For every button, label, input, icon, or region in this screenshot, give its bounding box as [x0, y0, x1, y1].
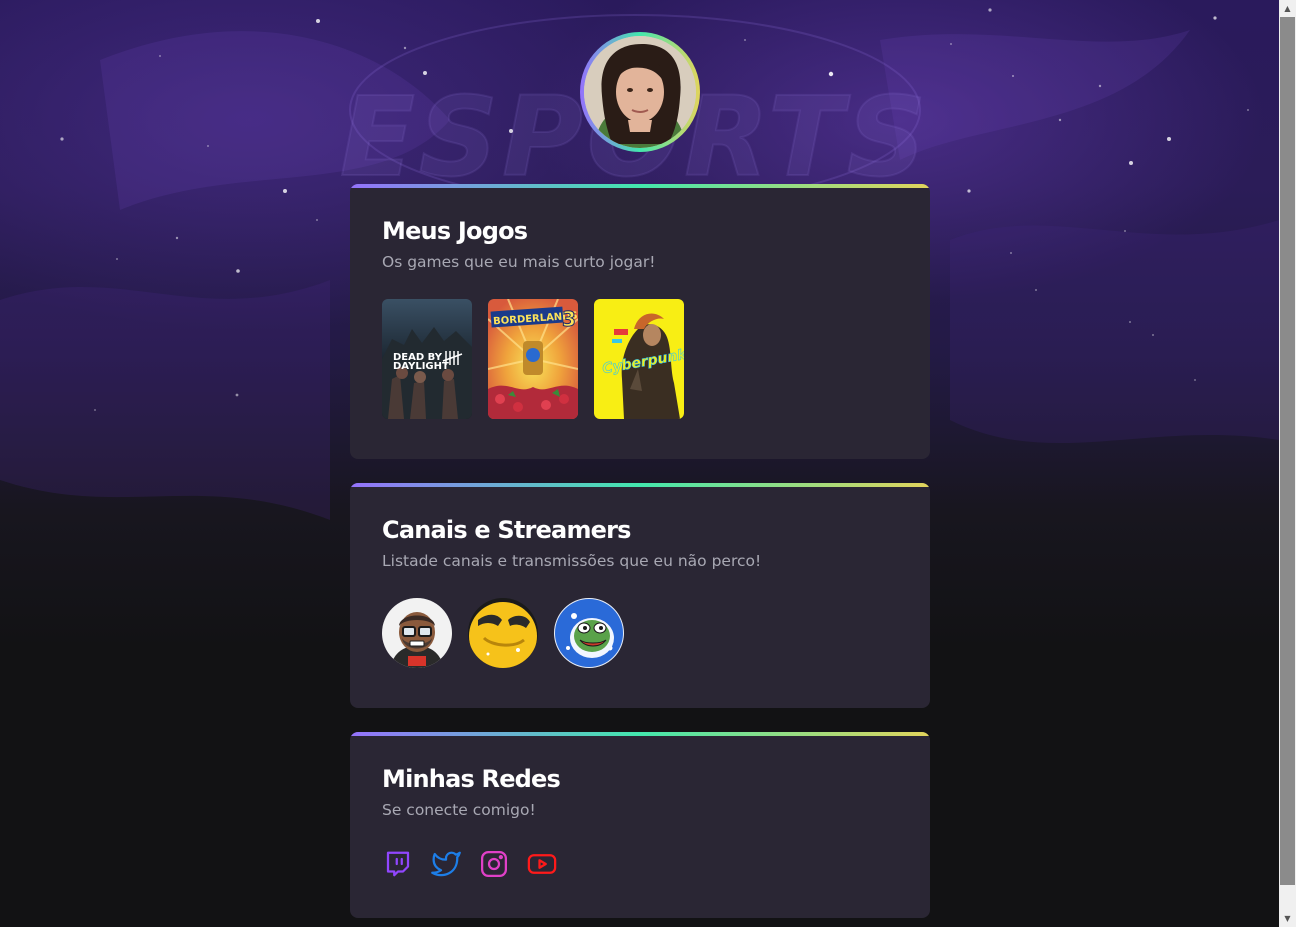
youtube-icon[interactable]	[526, 848, 558, 880]
streams-card-subtitle: Listade canais e transmissões que eu não…	[382, 552, 762, 570]
games-card-title: Meus Jogos	[382, 217, 528, 245]
twitter-icon[interactable]	[430, 848, 462, 880]
social-card-title: Minhas Redes	[382, 765, 561, 793]
streamers-list	[382, 598, 898, 668]
streamer-avatar-3[interactable]	[554, 598, 624, 668]
instagram-icon[interactable]	[478, 848, 510, 880]
scroll-up-arrow-icon[interactable]: ▲	[1279, 0, 1296, 17]
social-card-subtitle: Se conecte comigo!	[382, 801, 536, 819]
game-cover-dead-by-daylight[interactable]: DEAD BY DAYLIGHT	[382, 299, 472, 419]
games-card-subtitle: Os games que eu mais curto jogar!	[382, 253, 656, 271]
profile-avatar	[580, 32, 700, 152]
vertical-scrollbar[interactable]: ▲ ▼	[1279, 0, 1296, 927]
game-cover-borderlands-3[interactable]: BORDERLANDS 3	[488, 299, 578, 419]
social-links	[382, 848, 898, 880]
streamer-avatar-1[interactable]	[382, 598, 452, 668]
games-card: Meus Jogos Os games que eu mais curto jo…	[350, 184, 930, 459]
streams-card-title: Canais e Streamers	[382, 516, 631, 544]
profile-photo	[584, 36, 696, 148]
game-cover-cyberpunk[interactable]: Cyberpunk	[594, 299, 684, 419]
games-list: DEAD BY DAYLIGHT BORDERLANDS 3 Cyberpunk	[382, 299, 898, 419]
scroll-down-arrow-icon[interactable]: ▼	[1279, 910, 1296, 927]
streamer-avatar-2[interactable]	[468, 598, 538, 668]
borderlands-number: 3	[562, 307, 576, 331]
dbd-logo-line2: DAYLIGHT	[393, 361, 449, 372]
twitch-icon[interactable]	[382, 848, 414, 880]
streams-card: Canais e Streamers Listade canais e tran…	[350, 483, 930, 708]
social-card: Minhas Redes Se conecte comigo!	[350, 732, 930, 918]
scrollbar-thumb[interactable]	[1280, 17, 1295, 885]
